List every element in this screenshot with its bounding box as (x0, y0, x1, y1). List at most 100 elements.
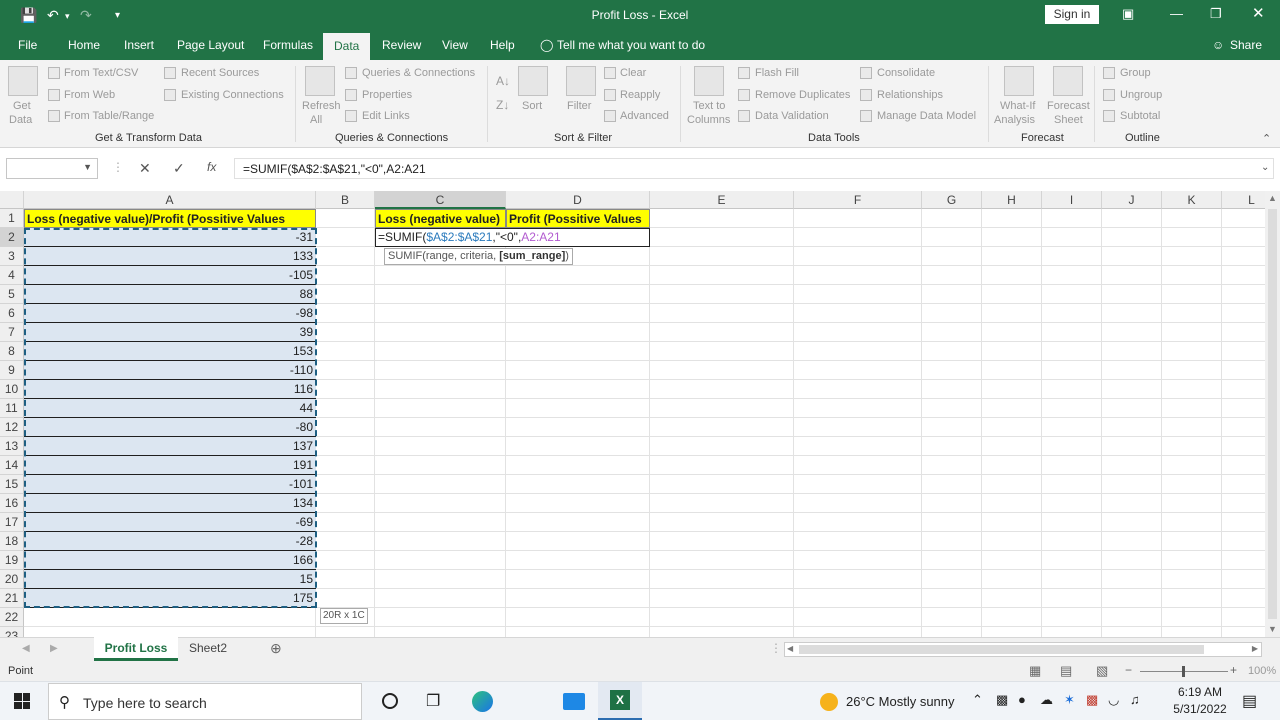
prev-sheet-icon[interactable]: ◀ (22, 643, 30, 654)
what-if-label-2[interactable]: Analysis (994, 114, 1035, 126)
data-validation-button[interactable]: Data Validation (755, 110, 829, 122)
manage-data-model-button[interactable]: Manage Data Model (877, 110, 976, 122)
column-header-c[interactable]: C (375, 191, 506, 209)
row-header-13[interactable]: 13 (0, 437, 24, 456)
sheet-tab-profit-loss[interactable]: Profit Loss (94, 637, 178, 661)
page-layout-view-icon[interactable]: ▤ (1060, 663, 1072, 679)
clear-button[interactable]: Clear (620, 67, 646, 79)
tab-data[interactable]: Data (323, 33, 371, 60)
refresh-all-label[interactable]: Refresh (302, 100, 341, 112)
horizontal-scrollbar[interactable]: ◀ ▶ (784, 642, 1262, 657)
cell-d1[interactable]: Profit (Possitive Values (506, 209, 650, 228)
onedrive-icon[interactable]: ☁ (1040, 692, 1053, 708)
get-data-label[interactable]: Get (13, 100, 31, 112)
normal-view-icon[interactable]: ▦ (1029, 663, 1041, 679)
tab-split-grip-icon[interactable]: ⋮ (770, 641, 782, 655)
task-view-icon[interactable]: ❐ (426, 691, 440, 711)
sort-button[interactable]: Sort (522, 100, 542, 112)
column-header-l[interactable]: L (1222, 191, 1265, 209)
minimize-icon[interactable]: — (1170, 6, 1183, 21)
select-all-corner[interactable] (0, 191, 24, 209)
edit-links-button[interactable]: Edit Links (362, 110, 410, 122)
filter-icon[interactable] (566, 66, 596, 96)
sheet-tab-sheet2[interactable]: Sheet2 (180, 641, 236, 655)
ungroup-button[interactable]: Ungroup (1120, 89, 1162, 101)
share-button[interactable]: Share (1230, 38, 1262, 52)
clock-time[interactable]: 6:19 AM (1172, 685, 1228, 699)
network-icon[interactable]: ▩ (996, 692, 1008, 708)
row-header-1[interactable]: 1 (0, 209, 24, 228)
sort-icon[interactable] (518, 66, 548, 96)
weather-text[interactable]: 26°C Mostly sunny (846, 694, 955, 709)
forecast-sheet-icon[interactable] (1053, 66, 1083, 96)
insert-function-button[interactable]: fx (207, 160, 216, 174)
weather-icon[interactable] (820, 693, 838, 711)
cell-c2-editor[interactable]: =SUMIF($A$2:$A$21,"<0",A2:A21 (375, 228, 650, 247)
function-tooltip[interactable]: SUMIF(range, criteria, [sum_range]) (384, 248, 573, 265)
volume-icon[interactable]: ♫ (1130, 692, 1140, 707)
zoom-level[interactable]: 100% (1248, 665, 1276, 677)
sort-za-icon[interactable]: Z↓ (496, 98, 509, 112)
scroll-left-icon[interactable]: ◀ (787, 644, 793, 653)
name-box-dropdown-icon[interactable]: ▼ (83, 162, 92, 172)
column-header-h[interactable]: H (982, 191, 1042, 209)
vertical-scroll-thumb[interactable] (1268, 209, 1277, 619)
expand-formula-bar-icon[interactable]: ⌄ (1261, 162, 1269, 173)
maximize-icon[interactable]: ❐ (1210, 6, 1222, 22)
tab-formulas[interactable]: Formulas (263, 38, 313, 52)
cancel-icon[interactable]: ✕ (139, 160, 151, 177)
zoom-out-icon[interactable]: − (1125, 663, 1132, 677)
column-header-d[interactable]: D (506, 191, 650, 209)
cell-a1[interactable]: Loss (negative value)/Profit (Possitive … (24, 209, 316, 228)
sign-in-button[interactable]: Sign in (1045, 5, 1099, 24)
wifi-icon[interactable]: ◡ (1108, 692, 1119, 708)
formula-input[interactable]: =SUMIF($A$2:$A$21,"<0",A2:A21 (234, 158, 1274, 179)
name-box[interactable]: ▼ (6, 158, 98, 179)
from-web-button[interactable]: From Web (64, 89, 115, 101)
cortana-icon[interactable] (382, 693, 398, 709)
windows-start-icon[interactable] (14, 693, 30, 709)
tab-page-layout[interactable]: Page Layout (177, 38, 244, 52)
row-header-12[interactable]: 12 (0, 418, 24, 437)
row-header-18[interactable]: 18 (0, 532, 24, 551)
collapse-ribbon-icon[interactable]: ⌃ (1262, 132, 1271, 145)
scroll-down-icon[interactable]: ▼ (1268, 624, 1277, 634)
what-if-icon[interactable] (1004, 66, 1034, 96)
text-to-columns-label[interactable]: Text to (693, 100, 725, 112)
row-header-22[interactable]: 22 (0, 608, 24, 627)
text-to-columns-icon[interactable] (694, 66, 724, 96)
group-button[interactable]: Group (1120, 67, 1151, 79)
vertical-scrollbar[interactable]: ▲ ▼ (1265, 191, 1280, 637)
column-header-e[interactable]: E (650, 191, 794, 209)
relationships-button[interactable]: Relationships (877, 89, 943, 101)
refresh-all-label-2[interactable]: All (310, 114, 322, 126)
tab-view[interactable]: View (442, 38, 468, 52)
column-header-j[interactable]: J (1102, 191, 1162, 209)
recent-sources-button[interactable]: Recent Sources (181, 67, 259, 79)
forecast-sheet-label-2[interactable]: Sheet (1054, 114, 1083, 126)
subtotal-button[interactable]: Subtotal (1120, 110, 1160, 122)
tab-file[interactable]: File (18, 38, 37, 52)
row-header-16[interactable]: 16 (0, 494, 24, 513)
advanced-button[interactable]: Advanced (620, 110, 669, 122)
queries-connections-button[interactable]: Queries & Connections (362, 67, 475, 79)
text-to-columns-label-2[interactable]: Columns (687, 114, 730, 126)
row-header-10[interactable]: 10 (0, 380, 24, 399)
existing-connections-button[interactable]: Existing Connections (181, 89, 284, 101)
tray-expand-icon[interactable]: ⌃ (972, 692, 983, 708)
reapply-button[interactable]: Reapply (620, 89, 660, 101)
scroll-up-icon[interactable]: ▲ (1268, 193, 1277, 203)
properties-button[interactable]: Properties (362, 89, 412, 101)
refresh-all-icon[interactable] (305, 66, 335, 96)
zoom-in-icon[interactable]: + (1230, 663, 1237, 677)
row-header-11[interactable]: 11 (0, 399, 24, 418)
tell-me-search[interactable]: Tell me what you want to do (557, 38, 705, 52)
sort-az-icon[interactable]: A↓ (496, 74, 510, 88)
row-header-20[interactable]: 20 (0, 570, 24, 589)
excel-taskbar-button[interactable]: X (598, 682, 642, 720)
mail-icon[interactable] (563, 693, 585, 710)
taskbar-search-box[interactable]: ⚲ Type here to search (48, 683, 362, 720)
filter-button[interactable]: Filter (567, 100, 591, 112)
zoom-slider-thumb[interactable] (1182, 666, 1185, 677)
from-text-csv-button[interactable]: From Text/CSV (64, 67, 138, 79)
